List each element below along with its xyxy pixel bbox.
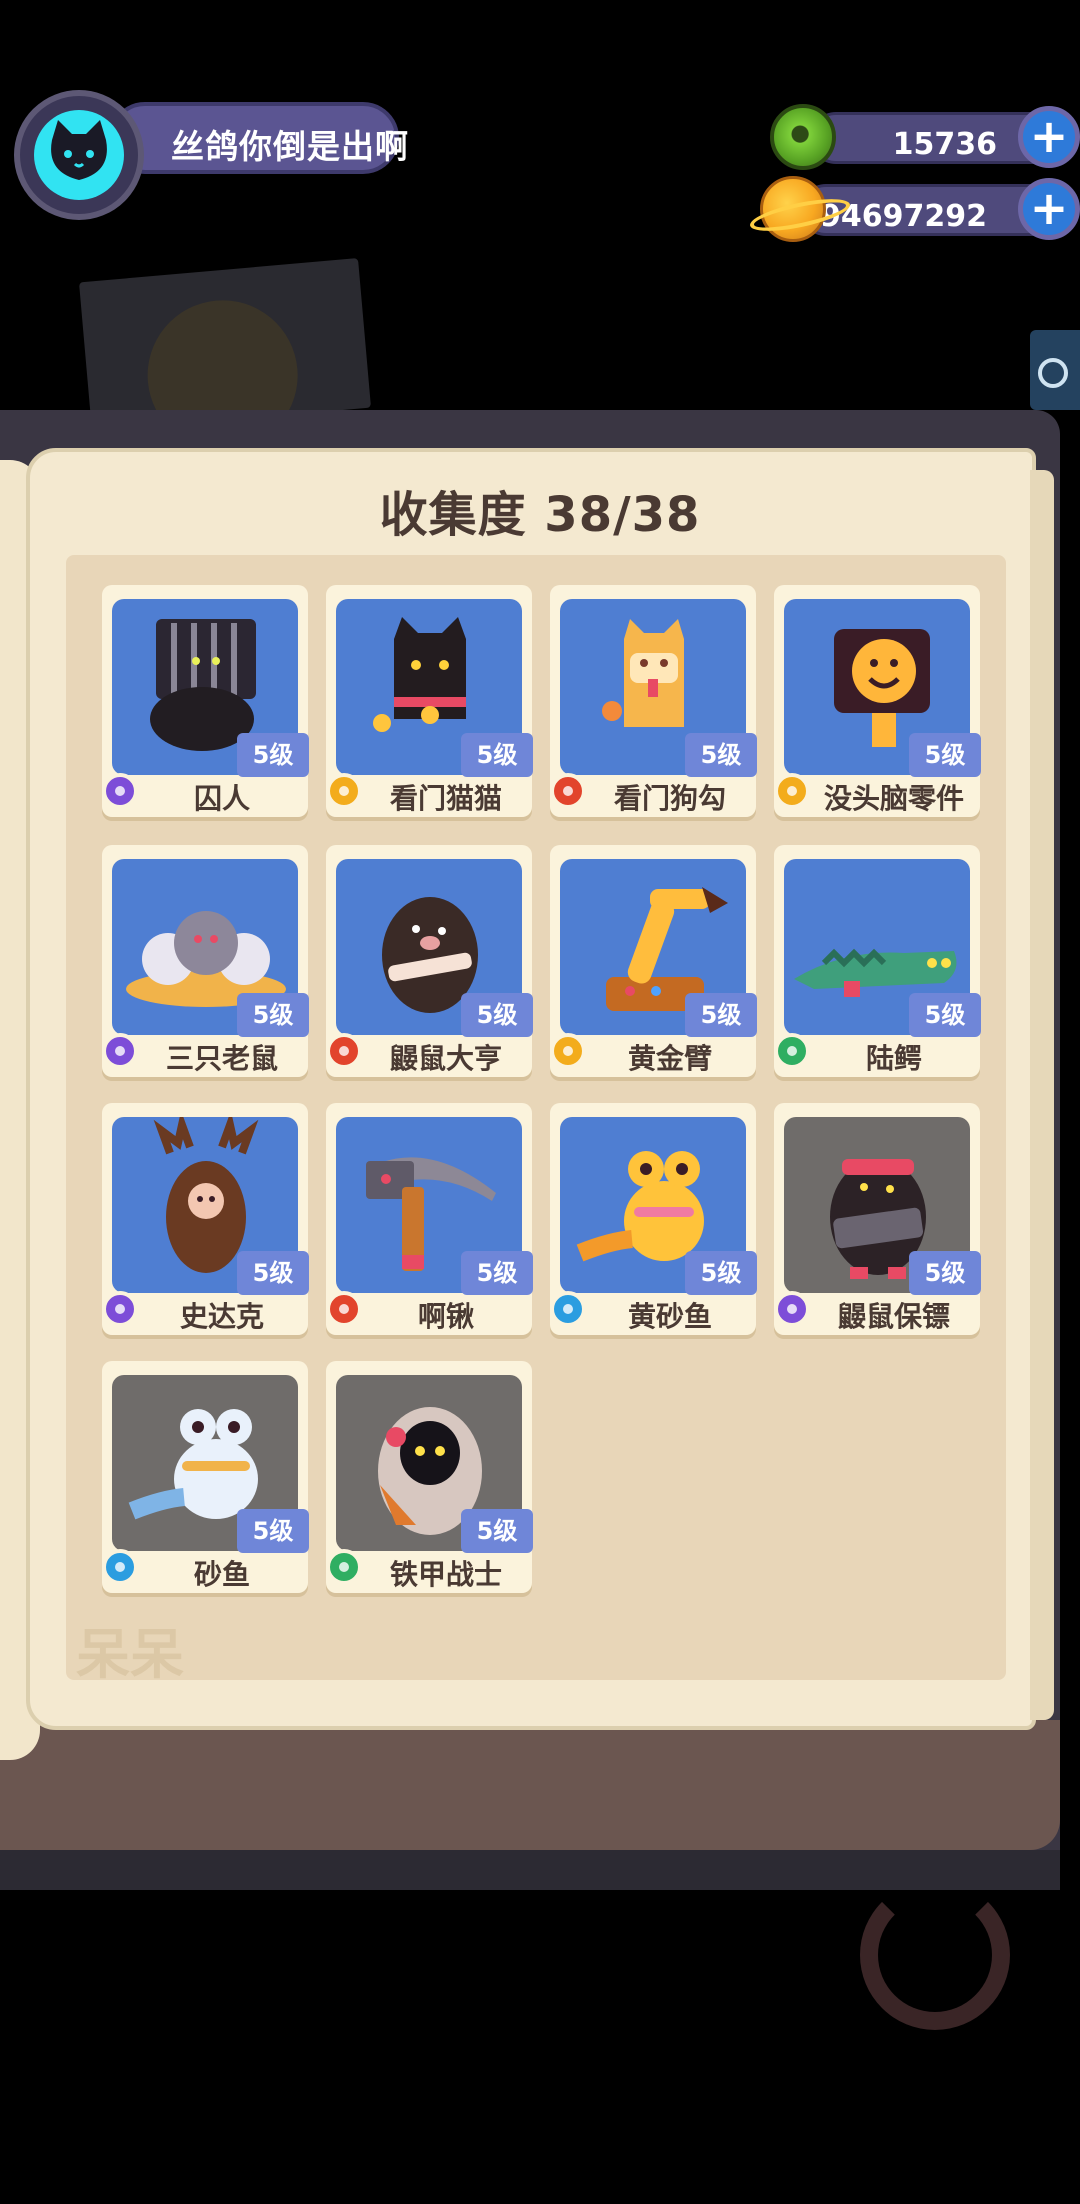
red-rarity-icon (326, 1291, 362, 1327)
card-name: 史达克 (179, 1300, 264, 1333)
gold-planet-coin-icon (760, 176, 826, 242)
card-level-badge: 5级 (461, 993, 533, 1037)
card-level-badge: 5级 (237, 1509, 309, 1553)
card-level-badge: 5级 (237, 1251, 309, 1295)
card-level-badge: 5级 (461, 733, 533, 777)
cat-avatar-icon (34, 110, 124, 200)
watermark-logo: 呆呆 (76, 1623, 184, 1686)
avatar[interactable] (14, 90, 144, 220)
gold-rarity-icon (326, 773, 362, 809)
card-name: 三只老鼠 (165, 1042, 278, 1075)
gem-amount: 15736 (892, 127, 997, 162)
gold-rarity-icon (774, 773, 810, 809)
card-name: 黄砂鱼 (627, 1300, 712, 1333)
collection-card[interactable]: 5级铁甲战士 (326, 1361, 533, 1593)
card-level-badge: 5级 (909, 1251, 981, 1295)
red-rarity-icon (326, 1033, 362, 1069)
gold-currency: 94697292 + (760, 176, 1080, 242)
card-name: 铁甲战士 (389, 1558, 502, 1591)
card-name: 看门猫猫 (389, 782, 502, 815)
card-level-badge: 5级 (685, 1251, 757, 1295)
gem-currency: 15736 + (770, 104, 1080, 170)
card-level-badge: 5级 (461, 1251, 533, 1295)
collection-card[interactable]: 5级鼹鼠大亨 (326, 845, 533, 1077)
blue-rarity-icon (550, 1291, 586, 1327)
collection-card[interactable]: 5级啊锹 (326, 1103, 533, 1335)
purple-rarity-icon (102, 1291, 138, 1327)
purple-rarity-icon (774, 1291, 810, 1327)
background-picture-frame (78, 258, 372, 432)
collection-card[interactable]: 5级陆鳄 (774, 845, 981, 1077)
add-gem-button[interactable]: + (1018, 106, 1080, 168)
share-icon[interactable] (1030, 330, 1080, 410)
collection-card[interactable]: 5级囚人 (102, 585, 309, 817)
card-name: 砂鱼 (193, 1558, 250, 1591)
purple-rarity-icon (102, 1033, 138, 1069)
collection-card[interactable]: 5级没头脑零件 (774, 585, 981, 817)
card-level-badge: 5级 (237, 993, 309, 1037)
card-name: 看门狗勾 (613, 782, 726, 815)
player-profile[interactable]: 丝鸽你倒是出啊 (14, 90, 408, 220)
card-level-badge: 5级 (685, 993, 757, 1037)
collection-card[interactable]: 5级看门猫猫 (326, 585, 533, 817)
collection-card[interactable]: 5级史达克 (102, 1103, 309, 1335)
collection-card[interactable]: 5级三只老鼠 (102, 845, 309, 1077)
card-name: 囚人 (193, 782, 250, 815)
collection-card[interactable]: 5级砂鱼 (102, 1361, 309, 1593)
bookmark-ribbon (860, 1880, 1010, 2030)
card-name: 陆鳄 (865, 1042, 922, 1075)
red-rarity-icon (550, 773, 586, 809)
card-name: 鼹鼠大亨 (389, 1042, 502, 1075)
card-name: 啊锹 (417, 1300, 474, 1333)
card-level-badge: 5级 (461, 1509, 533, 1553)
book-base (0, 1720, 1060, 1890)
player-name: 丝鸽你倒是出啊 (171, 127, 409, 166)
collection-title: 收集度 38/38 (379, 487, 701, 543)
purple-rarity-icon (102, 773, 138, 809)
card-level-badge: 5级 (909, 993, 981, 1037)
collection-card[interactable]: 5级黄砂鱼 (550, 1103, 757, 1335)
green-rarity-icon (774, 1033, 810, 1069)
add-gold-button[interactable]: + (1018, 178, 1080, 240)
card-name: 没头脑零件 (823, 782, 964, 815)
right-page-edge (1030, 470, 1054, 1720)
card-name: 黄金臂 (627, 1042, 712, 1075)
collection-card[interactable]: 5级黄金臂 (550, 845, 757, 1077)
collection-card[interactable]: 5级鼹鼠保镖 (774, 1103, 981, 1335)
card-level-badge: 5级 (237, 733, 309, 777)
blue-rarity-icon (102, 1549, 138, 1585)
green-rarity-icon (326, 1549, 362, 1585)
green-gem-coin-icon (770, 104, 836, 170)
card-level-badge: 5级 (685, 733, 757, 777)
gold-rarity-icon (550, 1033, 586, 1069)
card-name: 鼹鼠保镖 (837, 1300, 950, 1333)
player-name-pill: 丝鸽你倒是出啊 (109, 102, 408, 174)
card-level-badge: 5级 (909, 733, 981, 777)
collection-card[interactable]: 5级看门狗勾 (550, 585, 757, 817)
